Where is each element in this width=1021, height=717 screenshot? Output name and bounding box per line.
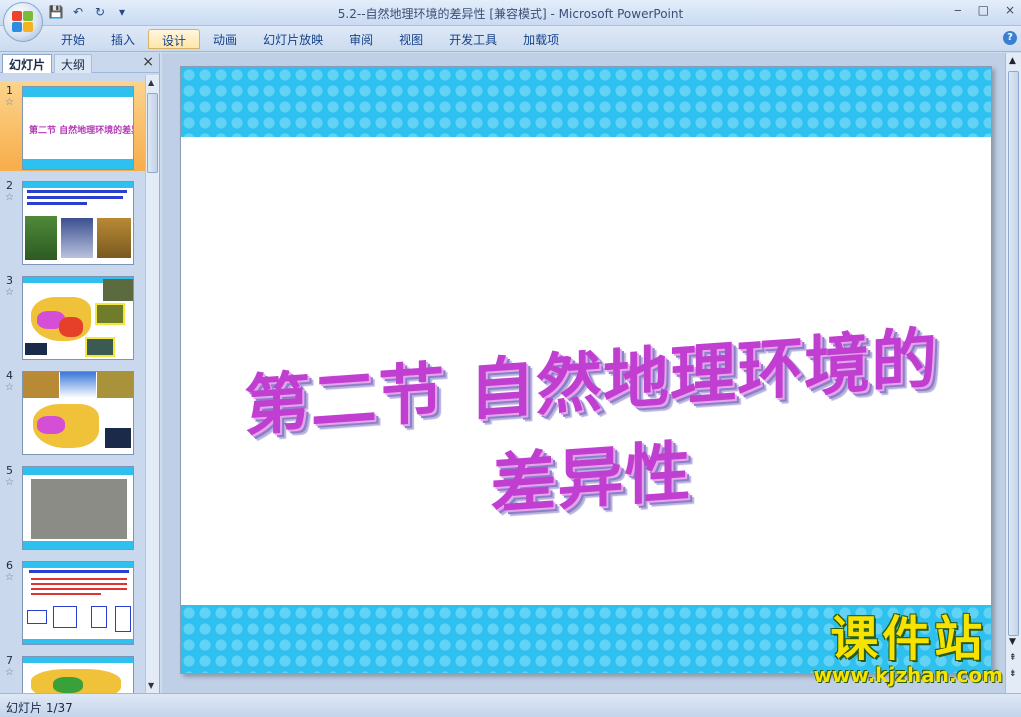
animation-star-icon: ☆: [5, 192, 14, 203]
ribbon-tab-bar: 开始 插入 设计 动画 幻灯片放映 审阅 视图 开发工具 加载项 ?: [0, 26, 1021, 52]
animation-star-icon: ☆: [5, 97, 14, 108]
slide-thumbnail-1[interactable]: 1 ☆ 第二节 自然地理环境的差异性: [0, 81, 145, 171]
slide-top-band: [181, 67, 991, 137]
watermark-url: www.kjzhan.com: [813, 663, 1003, 687]
animation-star-icon: ☆: [5, 572, 14, 583]
scrollbar-thumb[interactable]: [147, 93, 158, 173]
kjzhan-watermark-logo: 课件站 www.kjzhan.com: [813, 614, 1003, 686]
slide-editing-area: 第二节 自然地理环境的差异性: [162, 53, 1005, 693]
scrollbar-thumb[interactable]: [1008, 71, 1019, 636]
help-icon[interactable]: ?: [1003, 31, 1017, 45]
tab-slideshow[interactable]: 幻灯片放映: [250, 29, 336, 49]
maximize-button[interactable]: □: [978, 3, 989, 17]
close-button[interactable]: ×: [1005, 3, 1015, 17]
scroll-down-icon[interactable]: ▼: [148, 681, 154, 690]
slide-thumbnail-3[interactable]: 3 ☆: [0, 271, 145, 361]
slide-number: 7: [6, 654, 13, 667]
animation-star-icon: ☆: [5, 382, 14, 393]
ribbon-tabs: 开始 插入 设计 动画 幻灯片放映 审阅 视图 开发工具 加载项: [48, 29, 572, 49]
window-controls: ‒ □ ×: [954, 3, 1015, 17]
slide-thumbnail-5[interactable]: 5 ☆: [0, 461, 145, 551]
close-pane-icon[interactable]: ×: [142, 54, 154, 70]
scroll-up-icon[interactable]: ▲: [1009, 56, 1016, 66]
slide-thumbnail-2[interactable]: 2 ☆: [0, 176, 145, 266]
slide-preview: [22, 276, 134, 360]
slide-number: 6: [6, 559, 13, 572]
slide-number: 2: [6, 179, 13, 192]
tab-slides[interactable]: 幻灯片: [2, 54, 53, 73]
slide-number: 5: [6, 464, 13, 477]
slide-number: 3: [6, 274, 13, 287]
next-slide-icon[interactable]: ⇟: [1009, 669, 1017, 679]
tab-animations[interactable]: 动画: [200, 29, 250, 49]
tab-view[interactable]: 视图: [386, 29, 436, 49]
slide-preview: 第二节 自然地理环境的差异性: [22, 86, 134, 170]
slide-title[interactable]: 第二节 自然地理环境的差异性: [231, 304, 951, 546]
tab-developer[interactable]: 开发工具: [436, 29, 510, 49]
title-bar: 💾 ↶ ↻ ▾ 5.2--自然地理环境的差异性 [兼容模式] - Microso…: [0, 0, 1021, 26]
tab-outline[interactable]: 大纲: [54, 54, 93, 73]
thumbnail-list: 1 ☆ 第二节 自然地理环境的差异性 2 ☆ 3 ☆: [0, 75, 145, 693]
tab-insert[interactable]: 插入: [98, 29, 148, 49]
slide-preview: [22, 181, 134, 265]
slide-number: 1: [6, 84, 13, 97]
previous-slide-icon[interactable]: ⇞: [1009, 653, 1017, 663]
window-title: 5.2--自然地理环境的差异性 [兼容模式] - Microsoft Power…: [337, 7, 684, 21]
slide-thumbnail-6[interactable]: 6 ☆: [0, 556, 145, 646]
tab-design[interactable]: 设计: [148, 29, 201, 49]
status-bar: 幻灯片 1/37: [0, 693, 1021, 717]
slide-preview: [22, 561, 134, 645]
office-button[interactable]: [3, 2, 43, 42]
tab-review[interactable]: 审阅: [336, 29, 386, 49]
scroll-up-icon[interactable]: ▲: [148, 78, 154, 87]
slides-pane: 幻灯片 大纲 × 1 ☆ 第二节 自然地理环境的差异性 2 ☆: [0, 53, 160, 693]
slide-number: 4: [6, 369, 13, 382]
tab-addins[interactable]: 加载项: [510, 29, 572, 49]
slide-preview: [22, 466, 134, 550]
minimize-button[interactable]: ‒: [954, 3, 962, 17]
slide-preview: [22, 656, 134, 693]
slide-counter: 幻灯片 1/37: [6, 701, 73, 715]
pane-tabs: 幻灯片 大纲 ×: [0, 53, 160, 73]
slide-preview: [22, 371, 134, 455]
tab-home[interactable]: 开始: [48, 29, 98, 49]
slide-scrollbar[interactable]: ▲ ▼ ⇞ ⇟: [1005, 53, 1021, 693]
animation-star-icon: ☆: [5, 287, 14, 298]
watermark-chinese: 课件站: [830, 611, 987, 667]
animation-star-icon: ☆: [5, 477, 14, 488]
thumbnail-scrollbar[interactable]: ▲ ▼: [145, 75, 159, 693]
thumbnail-title: 第二节 自然地理环境的差异性: [29, 126, 133, 136]
slide-thumbnail-7[interactable]: 7 ☆: [0, 651, 145, 693]
current-slide[interactable]: 第二节 自然地理环境的差异性: [180, 66, 992, 674]
animation-star-icon: ☆: [5, 667, 14, 678]
scroll-down-icon[interactable]: ▼: [1009, 637, 1016, 647]
office-logo-icon: [12, 11, 34, 33]
slide-thumbnail-4[interactable]: 4 ☆: [0, 366, 145, 456]
